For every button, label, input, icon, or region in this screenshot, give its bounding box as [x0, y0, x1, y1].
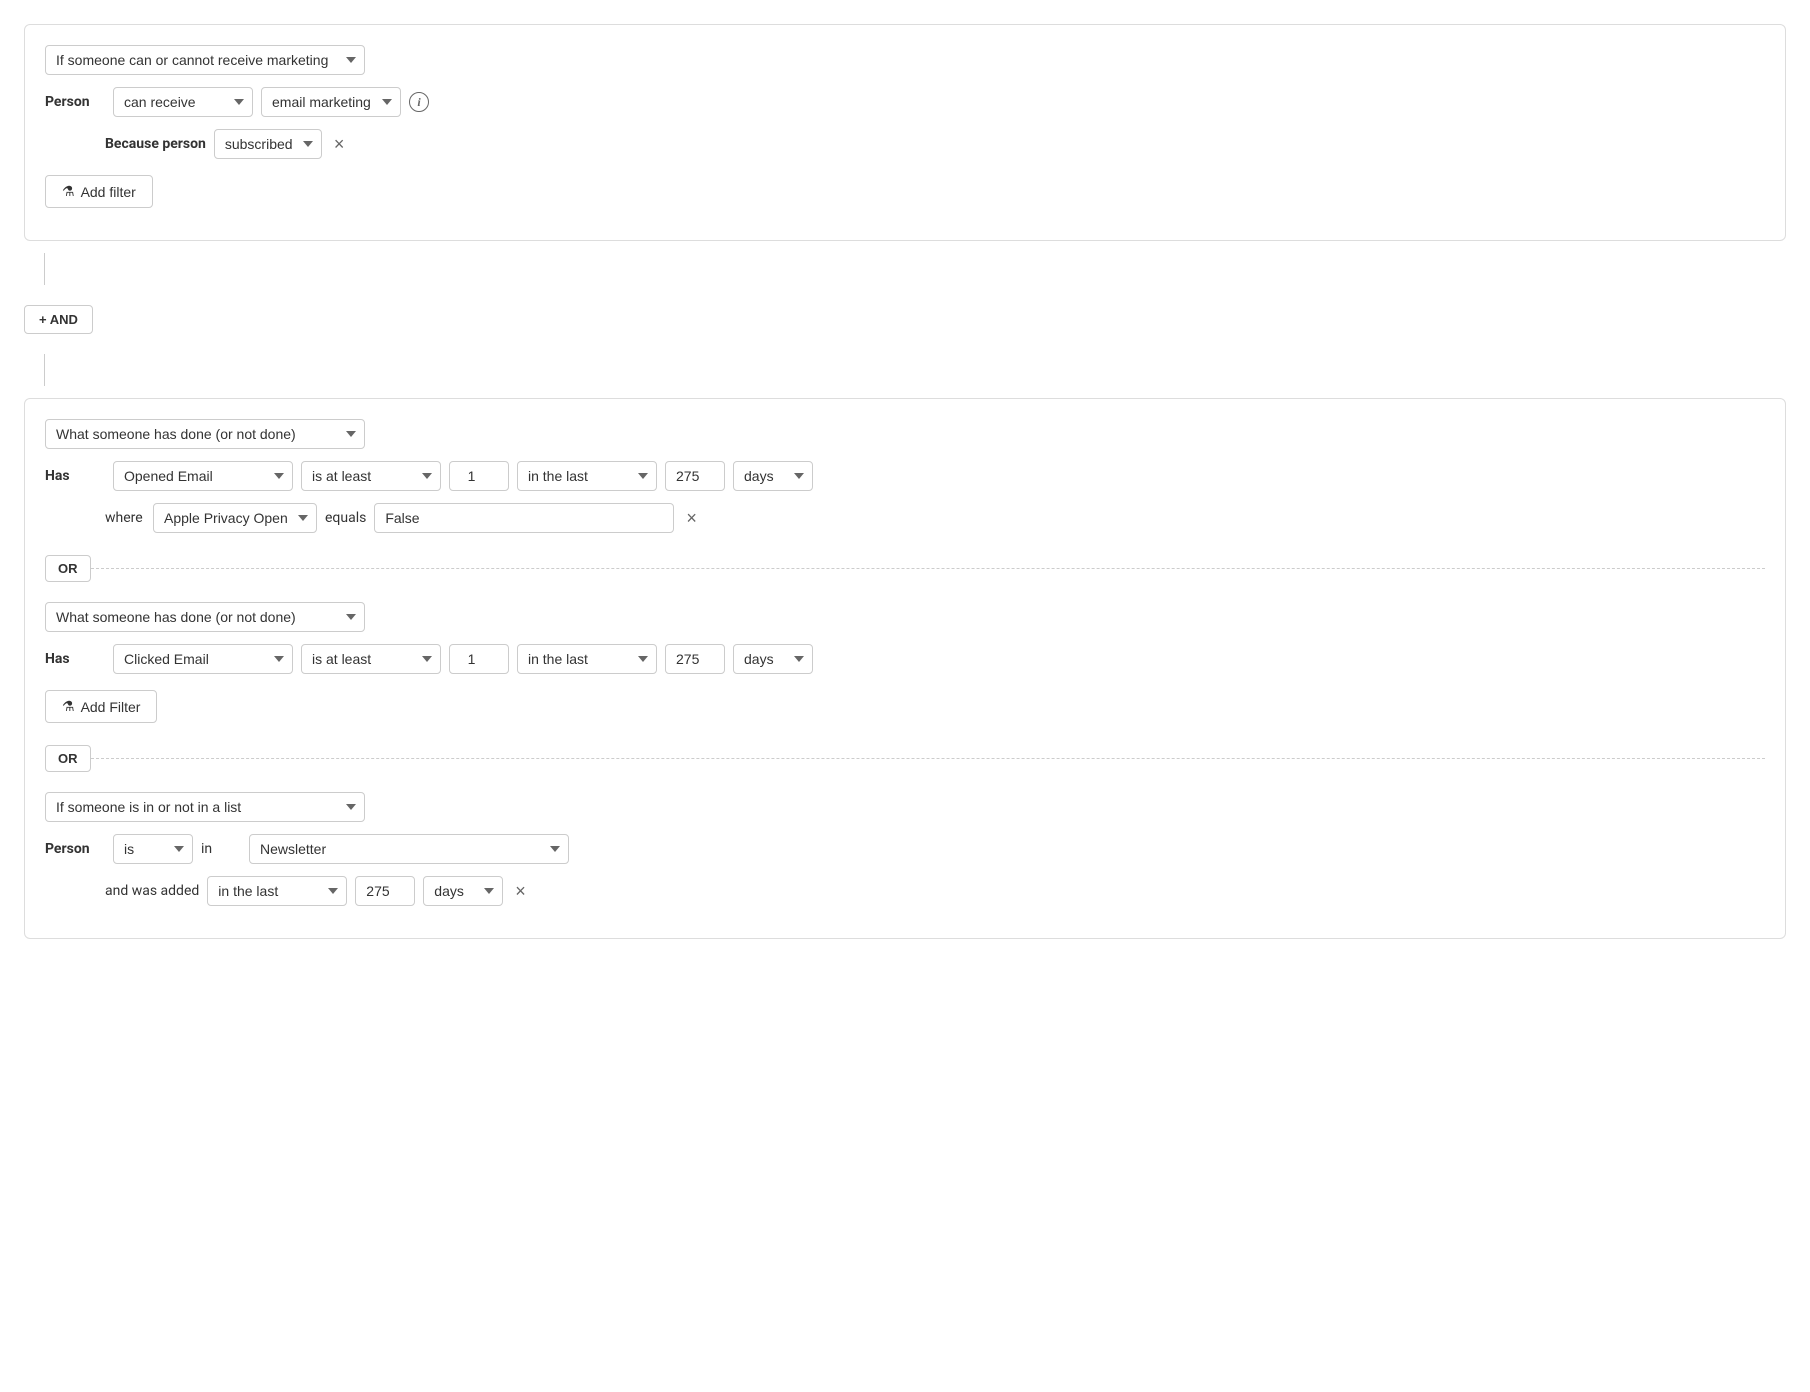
- main-condition-select-4[interactable]: If someone is in or not in a list: [45, 792, 365, 822]
- and-button[interactable]: + AND: [24, 305, 93, 334]
- action-select-2[interactable]: Clicked Email: [113, 644, 293, 674]
- add-filter-button-2[interactable]: ⚗ Add Filter: [45, 690, 157, 723]
- condition-block-2: What someone has done (or not done) Has …: [24, 398, 1786, 939]
- sub-block-clicked-email: What someone has done (or not done) Has …: [45, 602, 1765, 723]
- where-close-button[interactable]: ×: [682, 509, 701, 527]
- has-label-1: Has: [45, 468, 105, 484]
- filter-icon-2: ⚗: [62, 698, 75, 715]
- days-select-2[interactable]: days: [733, 644, 813, 674]
- is-select[interactable]: is: [113, 834, 193, 864]
- because-label: Because person: [105, 136, 206, 152]
- added-days-select[interactable]: days: [423, 876, 503, 906]
- has-row-2: Has Clicked Email is at least in the las…: [45, 644, 1765, 674]
- added-time-value[interactable]: [355, 876, 415, 906]
- filter-icon-1: ⚗: [62, 183, 75, 200]
- action-select-1[interactable]: Opened Email: [113, 461, 293, 491]
- info-icon: i: [409, 92, 429, 112]
- can-receive-select[interactable]: can receive: [113, 87, 253, 117]
- main-condition-row-4: If someone is in or not in a list: [45, 792, 1765, 822]
- time-value-input-1[interactable]: [665, 461, 725, 491]
- in-label: in: [201, 841, 241, 857]
- person-label-2: Person: [45, 841, 105, 857]
- count-input-1[interactable]: [449, 461, 509, 491]
- main-condition-select-3[interactable]: What someone has done (or not done): [45, 602, 365, 632]
- main-condition-row-1: If someone can or cannot receive marketi…: [45, 45, 1765, 75]
- add-filter-label-2: Add Filter: [81, 699, 141, 715]
- because-row: Because person subscribed ×: [105, 129, 1765, 159]
- and-vline: [44, 253, 45, 285]
- added-time-select[interactable]: in the last: [207, 876, 347, 906]
- or-divider-1: OR: [45, 545, 1765, 592]
- main-condition-row-3: What someone has done (or not done): [45, 602, 1765, 632]
- time-range-select-2[interactable]: in the last: [517, 644, 657, 674]
- sub-block-list: If someone is in or not in a list Person…: [45, 792, 1765, 906]
- condition-select-2[interactable]: is at least: [301, 644, 441, 674]
- where-row: where Apple Privacy Open equals ×: [105, 503, 1765, 533]
- and-vline-bottom: [44, 354, 45, 386]
- add-filter-button-1[interactable]: ⚗ Add filter: [45, 175, 153, 208]
- days-select-1[interactable]: days: [733, 461, 813, 491]
- marketing-type-select[interactable]: email marketing: [261, 87, 401, 117]
- and-connector-bottom: [24, 354, 1786, 386]
- or-button-2[interactable]: OR: [45, 745, 91, 772]
- because-close-button[interactable]: ×: [330, 135, 349, 153]
- equals-value-input[interactable]: [374, 503, 674, 533]
- main-condition-select-2[interactable]: What someone has done (or not done): [45, 419, 365, 449]
- or-button-1[interactable]: OR: [45, 555, 91, 582]
- equals-label: equals: [325, 510, 366, 526]
- was-added-row: and was added in the last days ×: [105, 876, 1765, 906]
- has-label-2: Has: [45, 651, 105, 667]
- time-value-input-2[interactable]: [665, 644, 725, 674]
- or-divider-2: OR: [45, 735, 1765, 782]
- add-filter-label-1: Add filter: [81, 184, 136, 200]
- condition-select-1[interactable]: is at least: [301, 461, 441, 491]
- time-range-select-1[interactable]: in the last: [517, 461, 657, 491]
- main-condition-row-2: What someone has done (or not done): [45, 419, 1765, 449]
- list-select[interactable]: Newsletter: [249, 834, 569, 864]
- or-line-2: [91, 758, 1766, 759]
- count-input-2[interactable]: [449, 644, 509, 674]
- has-row-1: Has Opened Email is at least in the last…: [45, 461, 1765, 491]
- main-condition-select-1[interactable]: If someone can or cannot receive marketi…: [45, 45, 365, 75]
- condition-block-1: If someone can or cannot receive marketi…: [24, 24, 1786, 241]
- where-select[interactable]: Apple Privacy Open: [153, 503, 317, 533]
- and-connector: [24, 253, 1786, 285]
- person-row-1: Person can receive email marketing i: [45, 87, 1765, 117]
- was-added-close-button[interactable]: ×: [511, 882, 530, 900]
- add-filter-row-2: ⚗ Add Filter: [45, 686, 1765, 723]
- add-filter-row-1: ⚗ Add filter: [45, 171, 1765, 208]
- because-select[interactable]: subscribed: [214, 129, 322, 159]
- person-row-2: Person is in Newsletter: [45, 834, 1765, 864]
- person-label-1: Person: [45, 94, 105, 110]
- where-label: where: [105, 510, 145, 526]
- or-line-1: [91, 568, 1766, 569]
- was-added-label: and was added: [105, 883, 199, 899]
